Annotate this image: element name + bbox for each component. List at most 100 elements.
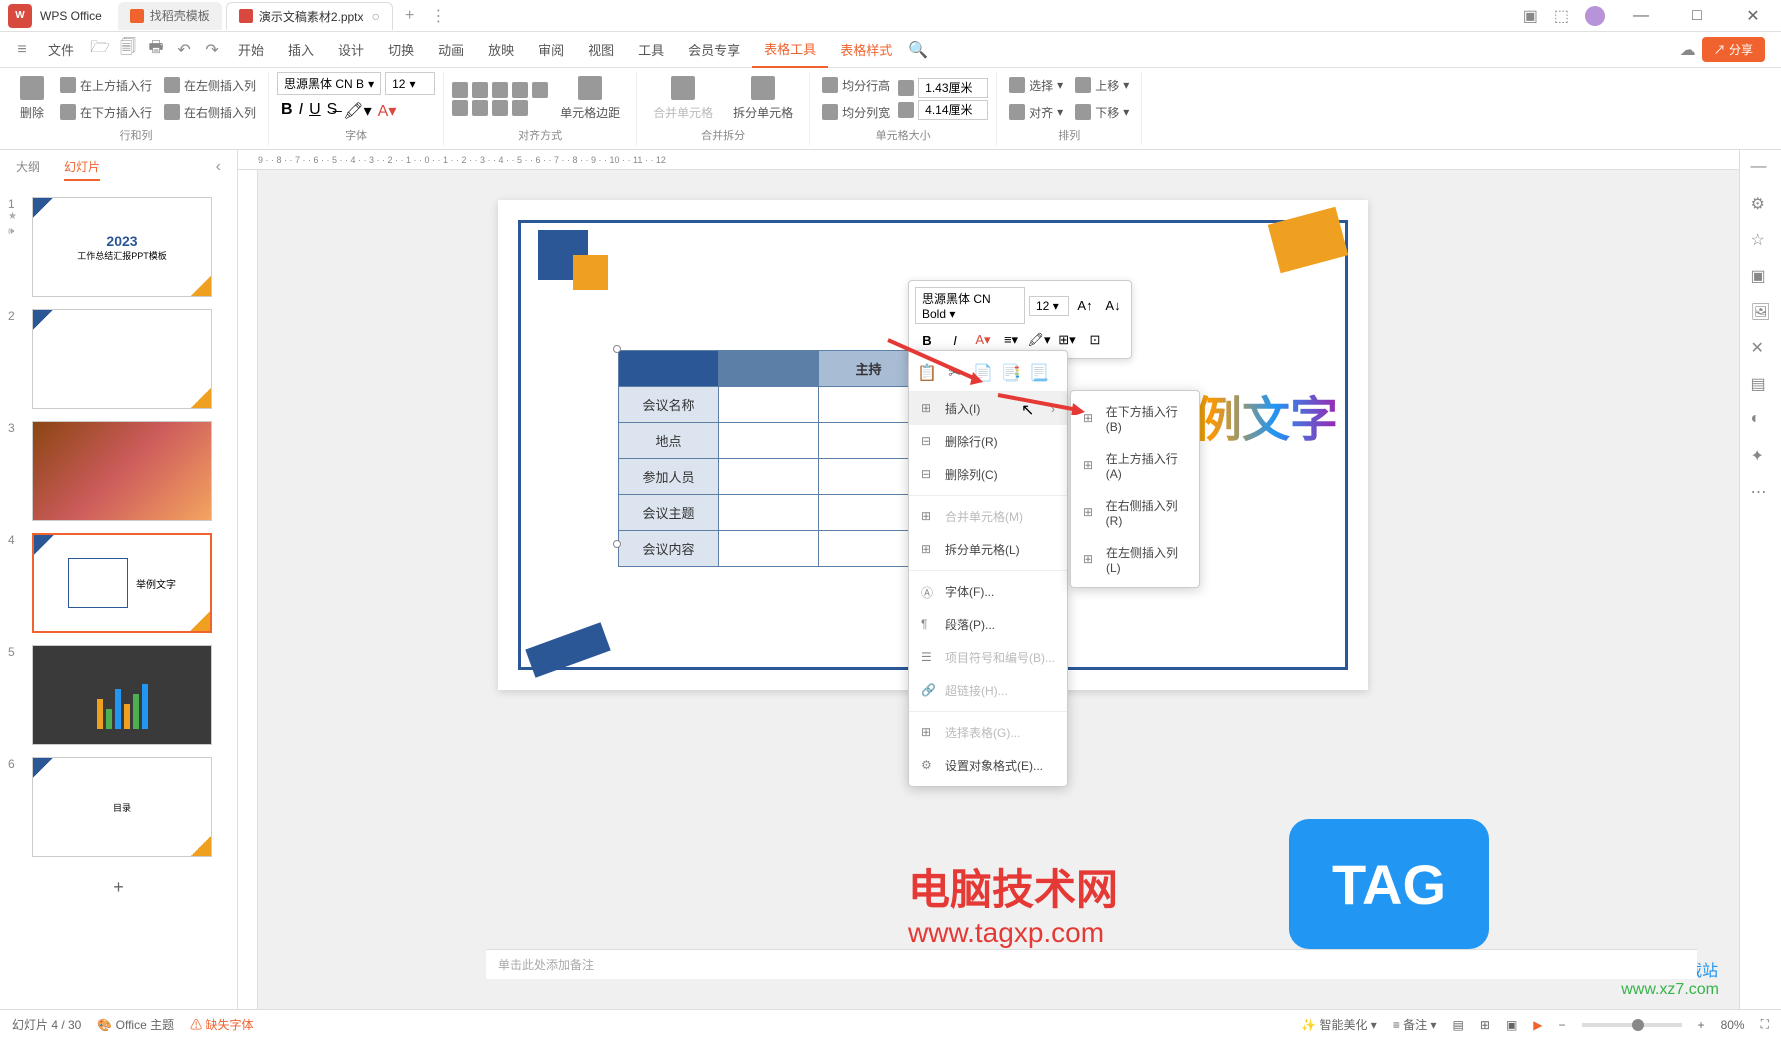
ctx-split[interactable]: ⊞拆分单元格(L) xyxy=(909,533,1067,566)
float-more-button[interactable]: ⊡ xyxy=(1083,328,1107,352)
highlight-button[interactable]: 🖍▾ xyxy=(343,101,371,121)
rp-layout-icon[interactable]: ▣ xyxy=(1751,266,1771,286)
close-button[interactable]: ✕ xyxy=(1733,0,1773,32)
indent-icon[interactable] xyxy=(532,82,548,98)
zoom-out-button[interactable]: − xyxy=(1559,1018,1566,1032)
zoom-slider[interactable] xyxy=(1582,1023,1682,1027)
rp-media-icon[interactable]: ▤ xyxy=(1751,374,1771,394)
fit-screen-icon[interactable]: ⛶ xyxy=(1761,1017,1769,1032)
italic-button[interactable]: I xyxy=(299,101,303,121)
slide-thumbnail-selected[interactable]: 举例文字 xyxy=(32,533,212,633)
insert-row-below-button[interactable]: 在下方插入行 xyxy=(56,100,156,125)
table-row-header[interactable]: 参加人员 xyxy=(619,459,719,495)
tab-menu-button[interactable]: ⋮ xyxy=(422,6,454,26)
slide-item[interactable]: 3 xyxy=(8,421,229,521)
distribute-cols-button[interactable]: 均分列宽 xyxy=(818,100,894,125)
float-size-dropdown[interactable]: 12 ▾ xyxy=(1029,296,1069,316)
menu-review[interactable]: 审阅 xyxy=(526,32,576,68)
print2-icon[interactable]: 🖶 xyxy=(142,36,170,64)
insert-col-left-button[interactable]: 在左侧插入列 xyxy=(160,73,260,98)
slide-thumbnail[interactable]: 目录 xyxy=(32,757,212,857)
align-center-icon[interactable] xyxy=(472,82,488,98)
menu-member[interactable]: 会员专享 xyxy=(676,32,752,68)
undo-icon[interactable]: ↶ xyxy=(170,36,198,64)
tab-add-button[interactable]: + xyxy=(397,7,422,25)
table-cell[interactable] xyxy=(719,495,819,531)
valign-bot-icon[interactable] xyxy=(492,100,508,116)
menu-table-style[interactable]: 表格样式 xyxy=(828,32,904,68)
bold-button[interactable]: B xyxy=(281,101,293,121)
view-reading-icon[interactable]: ▣ xyxy=(1506,1018,1517,1032)
menu-view[interactable]: 视图 xyxy=(576,32,626,68)
list-icon[interactable] xyxy=(512,82,528,98)
text-dir-icon[interactable] xyxy=(512,100,528,116)
rp-more-icon[interactable]: ⋯ xyxy=(1751,482,1771,502)
row-height-input[interactable] xyxy=(918,78,988,98)
increase-font-icon[interactable]: A↑ xyxy=(1073,294,1097,318)
rp-present-icon[interactable]: ◐ xyxy=(1751,410,1771,430)
paste-special-icon[interactable]: 📑 xyxy=(999,361,1023,385)
rp-collapse-icon[interactable]: — xyxy=(1751,158,1771,178)
table-cell[interactable] xyxy=(819,531,919,567)
slide-item[interactable]: 4 举例文字 xyxy=(8,533,229,633)
table-cell[interactable] xyxy=(819,423,919,459)
merge-cells-button[interactable]: 合并单元格 xyxy=(645,72,721,125)
table-row-header[interactable]: 会议主题 xyxy=(619,495,719,531)
menu-table-tools[interactable]: 表格工具 xyxy=(752,32,828,68)
cell-margin-button[interactable]: 单元格边距 xyxy=(552,72,628,125)
add-slide-button[interactable]: + xyxy=(8,869,229,906)
slides-tab[interactable]: 幻灯片 xyxy=(64,158,100,181)
user-avatar[interactable] xyxy=(1585,6,1605,26)
menu-slideshow[interactable]: 放映 xyxy=(476,32,526,68)
ctx-format[interactable]: ⚙设置对象格式(E)... xyxy=(909,749,1067,782)
cube-icon[interactable]: ⬚ xyxy=(1554,6,1569,26)
minimize-button[interactable]: — xyxy=(1621,0,1661,32)
search-icon[interactable]: 🔍 xyxy=(904,36,932,64)
slide-item[interactable]: 5 xyxy=(8,645,229,745)
menu-start[interactable]: 开始 xyxy=(226,32,276,68)
slide-item[interactable]: 2 xyxy=(8,309,229,409)
table-cell[interactable] xyxy=(819,495,919,531)
selection-handle[interactable] xyxy=(613,345,621,353)
maximize-button[interactable]: □ xyxy=(1677,0,1717,32)
font-size-dropdown[interactable]: 12 ▾ xyxy=(385,72,435,95)
col-width-input[interactable] xyxy=(918,100,988,120)
panel-icon[interactable]: ▣ xyxy=(1523,6,1538,26)
file-menu[interactable]: 文件 xyxy=(36,32,86,68)
table-row-header[interactable]: 会议内容 xyxy=(619,531,719,567)
print-icon[interactable]: 🗐 xyxy=(114,36,142,64)
selection-handle[interactable] xyxy=(613,540,621,548)
table-header-cell[interactable] xyxy=(719,351,819,387)
notes-toggle[interactable]: ≡ 备注 ▾ xyxy=(1393,1016,1437,1033)
ctx-delete-row[interactable]: ⊟删除行(R) xyxy=(909,425,1067,458)
insert-col-right-button[interactable]: 在右侧插入列 xyxy=(160,100,260,125)
slide-thumbnail[interactable]: 2023工作总结汇报PPT模板 xyxy=(32,197,212,297)
rp-favorite-icon[interactable]: ☆ xyxy=(1751,230,1771,250)
align-left-icon[interactable] xyxy=(452,82,468,98)
slide-item[interactable]: 6 目录 xyxy=(8,757,229,857)
delete-button[interactable]: 删除 xyxy=(12,72,52,125)
float-border-button[interactable]: ⊞▾ xyxy=(1055,328,1079,352)
table-cell[interactable] xyxy=(719,459,819,495)
ctx-delete-col[interactable]: ⊟删除列(C) xyxy=(909,458,1067,491)
slide-thumbnail[interactable] xyxy=(32,645,212,745)
zoom-level[interactable]: 80% xyxy=(1721,1018,1745,1032)
paste-text-icon[interactable]: 📃 xyxy=(1027,361,1051,385)
slide-thumbnail[interactable] xyxy=(32,421,212,521)
outline-tab[interactable]: 大纲 xyxy=(16,158,40,181)
tab-document[interactable]: 演示文稿素材2.pptx ○ xyxy=(226,2,393,30)
valign-mid-icon[interactable] xyxy=(472,100,488,116)
share-button[interactable]: ↗ 分享 xyxy=(1702,37,1765,62)
menu-toggle-icon[interactable]: ≡ xyxy=(8,36,36,64)
submenu-insert-above[interactable]: ⊞在上方插入行(A) xyxy=(1071,442,1199,489)
menu-animation[interactable]: 动画 xyxy=(426,32,476,68)
table-row-header[interactable]: 会议名称 xyxy=(619,387,719,423)
menu-transition[interactable]: 切换 xyxy=(376,32,426,68)
menu-insert[interactable]: 插入 xyxy=(276,32,326,68)
zoom-in-button[interactable]: + xyxy=(1698,1018,1705,1032)
table-header-cell[interactable] xyxy=(619,351,719,387)
decrease-font-icon[interactable]: A↓ xyxy=(1101,294,1125,318)
strikethrough-button[interactable]: S̶ xyxy=(327,101,338,121)
ctx-font[interactable]: Ⓐ字体(F)... xyxy=(909,575,1067,608)
rp-tools-icon[interactable]: ✕ xyxy=(1751,338,1771,358)
